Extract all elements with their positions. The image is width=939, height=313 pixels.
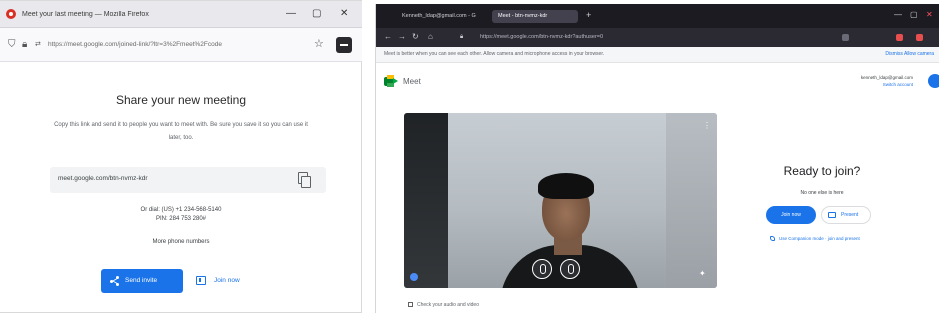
- ready-to-join-heading: Ready to join?: [783, 164, 861, 178]
- mic-icon[interactable]: [532, 259, 552, 279]
- background-window: [404, 113, 448, 288]
- avatar[interactable]: [928, 74, 939, 88]
- check-audio-video-link[interactable]: Check your audio and video: [408, 302, 479, 308]
- switch-account-link[interactable]: Switch account: [861, 81, 913, 88]
- popup-window-title: Meet your last meeting — Mozilla Firefox: [22, 10, 149, 18]
- minimize-icon[interactable]: —: [894, 10, 902, 19]
- join-now-button[interactable]: Join now: [766, 206, 816, 224]
- copy-icon[interactable]: [297, 172, 311, 188]
- new-tab-icon[interactable]: +: [586, 10, 591, 20]
- check-audio-label: Check your audio and video: [417, 302, 479, 308]
- browser-meet-window: Kenneth_ldap@gmail.com - G Meet - btn-nv…: [375, 4, 939, 313]
- camera-preview: ⋮ ✦: [404, 113, 717, 288]
- google-meet-logo-icon: [384, 75, 398, 87]
- browser-tab-bar: Kenneth_ldap@gmail.com - G Meet - btn-nv…: [376, 4, 939, 28]
- person-hair: [538, 173, 594, 199]
- companion-mode-link[interactable]: Use Companion mode · join and present: [770, 236, 860, 241]
- meeting-link-text[interactable]: meet.google.com/btn-nvmz-kdr: [58, 175, 148, 182]
- share-meeting-popup-window: Meet your last meeting — Mozilla Firefox…: [0, 0, 362, 313]
- share-meeting-description: Copy this link and send it to people you…: [54, 122, 308, 141]
- shield-icon[interactable]: ⛉: [8, 39, 16, 51]
- popup-title-bar: Meet your last meeting — Mozilla Firefox…: [0, 1, 362, 28]
- send-invite-label: Send invite: [125, 277, 158, 284]
- banner-message: Meet is better when you can see each oth…: [384, 51, 605, 57]
- dial-in-pin: PIN: 284 753 280#: [155, 216, 207, 222]
- reload-icon[interactable]: ↻: [412, 32, 419, 42]
- popup-url-field[interactable]: https://meet.google.com/joined-link/?ltr…: [48, 37, 310, 53]
- meet-url-field[interactable]: https://meet.google.com/btn-nvmz-kdr?aut…: [480, 32, 770, 43]
- join-meeting-icon: [196, 276, 206, 285]
- menu-icon[interactable]: [916, 34, 923, 41]
- present-button[interactable]: Present: [821, 206, 871, 224]
- close-icon[interactable]: ✕: [340, 7, 348, 21]
- effects-icon[interactable]: ✦: [699, 269, 706, 278]
- join-now-label: Join now: [214, 277, 240, 284]
- checkbox-icon: [408, 302, 413, 307]
- extension-icon[interactable]: [336, 37, 352, 53]
- maximize-icon[interactable]: ▢: [910, 10, 918, 19]
- participants-status: No one else is here: [800, 190, 844, 196]
- popup-address-bar: ⛉ 🔒︎ ⇄ https://meet.google.com/joined-li…: [0, 28, 362, 62]
- lock-icon[interactable]: 🔒︎: [460, 32, 463, 42]
- extension-icon[interactable]: [896, 34, 903, 41]
- home-icon[interactable]: ⌂: [428, 32, 433, 42]
- tab-gmail[interactable]: Kenneth_ldap@gmail.com - G: [396, 10, 488, 23]
- audio-level-icon: [410, 273, 418, 281]
- meeting-link-box: meet.google.com/btn-nvmz-kdr: [50, 167, 326, 193]
- more-options-icon[interactable]: ⋮: [703, 121, 711, 130]
- bookmark-star-icon[interactable]: ☆: [314, 37, 324, 50]
- close-icon[interactable]: ✕: [926, 10, 933, 19]
- share-meeting-heading: Share your new meeting: [115, 93, 247, 107]
- account-info: kenneth_ldap@gmail.com Switch account: [861, 74, 913, 88]
- camera-toggle-icon[interactable]: [560, 259, 580, 279]
- background-door: [666, 113, 717, 288]
- forward-icon[interactable]: →: [398, 32, 406, 42]
- tab-meet[interactable]: Meet - btn-nvmz-kdr: [492, 10, 578, 23]
- send-invite-button[interactable]: Send invite: [101, 269, 183, 293]
- maximize-icon[interactable]: ▢: [312, 7, 321, 21]
- permission-banner: Meet is better when you can see each oth…: [376, 47, 939, 63]
- meet-favicon-icon: [6, 9, 16, 19]
- join-now-button[interactable]: Join now: [192, 269, 264, 293]
- minimize-icon[interactable]: —: [286, 7, 296, 21]
- account-email: kenneth_ldap@gmail.com: [860, 75, 913, 80]
- share-icon: [110, 276, 120, 286]
- lock-icon[interactable]: 🔒︎: [22, 39, 27, 51]
- banner-actions[interactable]: Dismiss Allow camera: [885, 51, 934, 57]
- present-label: Present: [841, 212, 859, 218]
- app-name: Meet: [403, 77, 421, 86]
- downloads-icon[interactable]: [842, 34, 849, 41]
- browser-nav-bar: ← → ↻ ⌂ 🔒︎ https://meet.google.com/btn-n…: [376, 28, 939, 47]
- back-icon[interactable]: ←: [384, 32, 392, 42]
- present-icon: [828, 212, 836, 218]
- phone-icon: [770, 236, 775, 241]
- more-phone-numbers-link[interactable]: More phone numbers: [0, 239, 362, 245]
- screenshot-root: Meet your last meeting — Mozilla Firefox…: [0, 0, 939, 313]
- dial-in-number: Or dial: (US) +1 234-568-5140: [140, 207, 222, 213]
- companion-label: Use Companion mode · join and present: [779, 236, 860, 241]
- permissions-icon[interactable]: ⇄: [35, 39, 41, 51]
